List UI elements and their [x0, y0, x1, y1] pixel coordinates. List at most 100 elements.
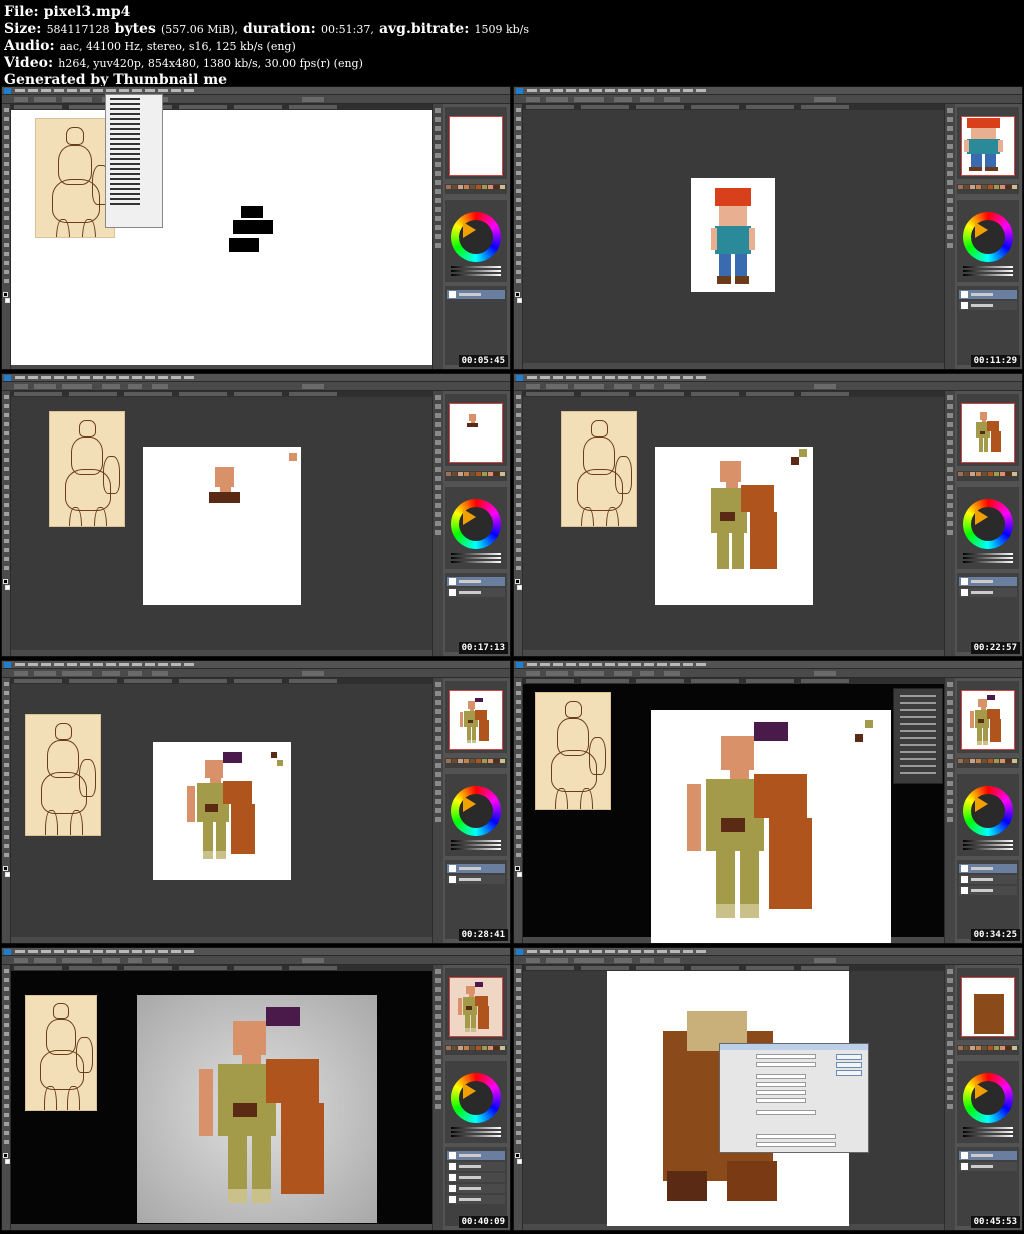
tool-icon[interactable] — [4, 763, 9, 767]
swatch[interactable] — [976, 472, 981, 476]
history-step[interactable] — [900, 695, 936, 697]
menu-item[interactable] — [683, 376, 693, 379]
panel-icon[interactable] — [435, 978, 441, 983]
menu-item[interactable] — [54, 376, 64, 379]
tool-icon[interactable] — [4, 799, 9, 803]
panel-icon[interactable] — [947, 808, 953, 813]
tool-icon[interactable] — [516, 1005, 521, 1009]
tool-icon[interactable] — [4, 1140, 9, 1144]
option-control[interactable] — [128, 384, 142, 389]
swatch[interactable] — [970, 472, 975, 476]
swatch[interactable] — [470, 472, 475, 476]
menu-item[interactable] — [670, 950, 680, 953]
menu-item[interactable] — [527, 950, 537, 953]
menu-item[interactable] — [28, 89, 38, 92]
swatch[interactable] — [1000, 472, 1005, 476]
menu-entry[interactable] — [110, 138, 140, 140]
panel-icon[interactable] — [947, 1005, 953, 1010]
option-control[interactable] — [152, 671, 168, 676]
panel-icon[interactable] — [947, 144, 953, 149]
menu-item[interactable] — [106, 950, 116, 953]
document-tab[interactable] — [289, 392, 337, 396]
tool-icon[interactable] — [4, 772, 9, 776]
layer-row[interactable] — [447, 1162, 505, 1171]
menu-item[interactable] — [106, 376, 116, 379]
foreground-color[interactable] — [3, 579, 8, 584]
tool-icon[interactable] — [516, 682, 521, 686]
menu-item[interactable] — [696, 376, 706, 379]
history-step[interactable] — [900, 723, 936, 725]
panel-icon[interactable] — [435, 736, 441, 741]
tool-icon[interactable] — [516, 404, 521, 408]
tool-icon[interactable] — [516, 1041, 521, 1045]
tool-icon[interactable] — [4, 745, 9, 749]
panel-icon[interactable] — [435, 180, 441, 185]
option-control[interactable] — [62, 97, 92, 102]
panel-icon[interactable] — [435, 431, 441, 436]
tool-icon[interactable] — [4, 969, 9, 973]
color-wheel-icon[interactable] — [451, 786, 501, 836]
menu-item[interactable] — [106, 663, 116, 666]
option-control[interactable] — [640, 958, 654, 963]
panel-icon[interactable] — [435, 117, 441, 122]
menu-item[interactable] — [644, 950, 654, 953]
tool-icon[interactable] — [516, 458, 521, 462]
menu-item[interactable] — [184, 376, 194, 379]
panel-icon[interactable] — [947, 799, 953, 804]
swatch[interactable] — [488, 472, 493, 476]
menu-item[interactable] — [15, 663, 25, 666]
swatch[interactable] — [464, 1046, 469, 1050]
option-control[interactable] — [574, 671, 604, 676]
option-control[interactable] — [814, 958, 836, 963]
tool-icon[interactable] — [4, 727, 9, 731]
panel-icon[interactable] — [435, 709, 441, 714]
menu-item[interactable] — [158, 376, 168, 379]
tool-icon[interactable] — [4, 826, 9, 830]
view-menu-dropdown[interactable] — [105, 94, 163, 228]
menu-item[interactable] — [158, 89, 168, 92]
menu-item[interactable] — [644, 663, 654, 666]
menu-item[interactable] — [618, 663, 628, 666]
swatch[interactable] — [982, 185, 987, 189]
document-tab[interactable] — [234, 966, 282, 970]
menu-item[interactable] — [41, 89, 51, 92]
color-slider[interactable] — [963, 270, 1013, 272]
dialog-field[interactable] — [756, 1054, 816, 1059]
tool-icon[interactable] — [4, 808, 9, 812]
tool-icon[interactable] — [4, 485, 9, 489]
tool-icon[interactable] — [516, 395, 521, 399]
document-tab[interactable] — [636, 105, 684, 109]
dialog-field[interactable] — [756, 1062, 816, 1067]
menu-item[interactable] — [93, 376, 103, 379]
background-color[interactable] — [517, 298, 522, 303]
menu-item[interactable] — [158, 663, 168, 666]
swatch[interactable] — [988, 1046, 993, 1050]
menu-item[interactable] — [605, 376, 615, 379]
layer-row[interactable] — [447, 864, 505, 873]
tool-icon[interactable] — [4, 566, 9, 570]
swatch[interactable] — [458, 759, 463, 763]
tool-icon[interactable] — [4, 503, 9, 507]
new-document-dialog[interactable] — [719, 1043, 869, 1153]
panel-icon[interactable] — [435, 772, 441, 777]
swatch[interactable] — [1012, 759, 1017, 763]
panel-icon[interactable] — [435, 530, 441, 535]
document-tab[interactable] — [14, 966, 62, 970]
menu-entry[interactable] — [110, 198, 140, 200]
layer-row[interactable] — [447, 588, 505, 597]
panel-icon[interactable] — [435, 135, 441, 140]
option-control[interactable] — [640, 384, 654, 389]
foreground-color[interactable] — [515, 579, 520, 584]
panel-icon[interactable] — [947, 691, 953, 696]
dialog-field[interactable] — [756, 1074, 806, 1079]
option-control[interactable] — [14, 671, 28, 676]
menu-item[interactable] — [540, 950, 550, 953]
swatch[interactable] — [446, 185, 451, 189]
menu-item[interactable] — [670, 89, 680, 92]
tool-icon[interactable] — [516, 198, 521, 202]
color-triangle[interactable] — [463, 796, 476, 812]
menu-item[interactable] — [15, 950, 25, 953]
menu-item[interactable] — [54, 89, 64, 92]
history-step[interactable] — [900, 716, 936, 718]
panel-icon[interactable] — [947, 1059, 953, 1064]
